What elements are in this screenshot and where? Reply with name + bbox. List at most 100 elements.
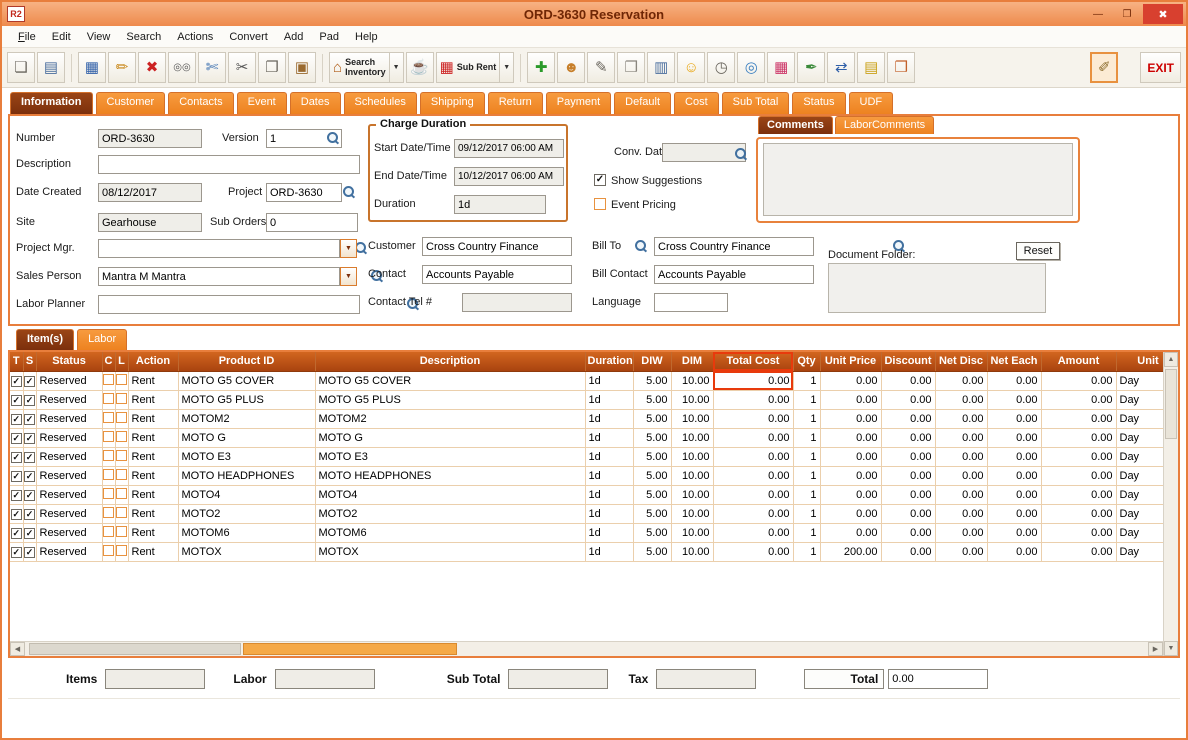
- cell-amount[interactable]: 0.00: [1041, 428, 1116, 447]
- project-mgr-dropdown[interactable]: ▼: [340, 239, 357, 258]
- copy-button[interactable]: ❐: [258, 52, 286, 83]
- wand-button[interactable]: ✐: [1090, 52, 1118, 83]
- cell-product_id[interactable]: MOTOM6: [178, 523, 315, 542]
- main-tab-sub-total[interactable]: Sub Total: [722, 92, 790, 114]
- cell-qty[interactable]: 1: [793, 428, 820, 447]
- crew-button[interactable]: ☻: [557, 52, 585, 83]
- cell-status[interactable]: Reserved: [36, 447, 102, 466]
- print-setup-button[interactable]: ▥: [647, 52, 675, 83]
- cell-discount[interactable]: 0.00: [881, 371, 935, 390]
- cell-net_disc[interactable]: 0.00: [935, 409, 987, 428]
- cell-s[interactable]: ✓: [23, 466, 36, 485]
- cell-unit_price[interactable]: 0.00: [820, 466, 881, 485]
- cell-amount[interactable]: 0.00: [1041, 447, 1116, 466]
- cell-total_cost[interactable]: 0.00: [713, 504, 793, 523]
- cell-l[interactable]: [115, 523, 128, 542]
- paste-button[interactable]: ▣: [288, 52, 316, 83]
- cell-qty[interactable]: 1: [793, 409, 820, 428]
- cell-action[interactable]: Rent: [128, 428, 178, 447]
- t-checkbox[interactable]: ✓: [11, 452, 22, 463]
- start-date-field[interactable]: [454, 139, 564, 158]
- column-header-t[interactable]: T: [10, 352, 23, 371]
- project-field[interactable]: [266, 183, 342, 202]
- cell-discount[interactable]: 0.00: [881, 504, 935, 523]
- cell-total_cost[interactable]: 0.00: [713, 371, 793, 390]
- c-checkbox[interactable]: [103, 431, 114, 442]
- main-tab-payment[interactable]: Payment: [546, 92, 611, 114]
- cell-description[interactable]: MOTO G5 PLUS: [315, 390, 585, 409]
- cell-net_each[interactable]: 0.00: [987, 390, 1041, 409]
- c-checkbox[interactable]: [103, 374, 114, 385]
- cell-amount[interactable]: 0.00: [1041, 523, 1116, 542]
- cell-description[interactable]: MOTOM2: [315, 409, 585, 428]
- l-checkbox[interactable]: [116, 393, 127, 404]
- cell-dim[interactable]: 10.00: [671, 409, 713, 428]
- cell-unit[interactable]: Day: [1116, 504, 1163, 523]
- cell-amount[interactable]: 0.00: [1041, 466, 1116, 485]
- cell-c[interactable]: [102, 428, 115, 447]
- contact-field[interactable]: [422, 265, 572, 284]
- cell-net_each[interactable]: 0.00: [987, 447, 1041, 466]
- cell-description[interactable]: MOTOX: [315, 542, 585, 561]
- batch-button[interactable]: ❒: [617, 52, 645, 83]
- column-header-duration[interactable]: Duration: [585, 352, 633, 371]
- sub-rent-button-dropdown[interactable]: ▼: [500, 52, 514, 83]
- scroll-up-button[interactable]: ▲: [1164, 352, 1178, 367]
- cell-c[interactable]: [102, 485, 115, 504]
- main-tab-contacts[interactable]: Contacts: [168, 92, 233, 114]
- cell-s[interactable]: ✓: [23, 447, 36, 466]
- cell-net_each[interactable]: 0.00: [987, 523, 1041, 542]
- duration-field[interactable]: [454, 195, 546, 214]
- cell-unit_price[interactable]: 0.00: [820, 504, 881, 523]
- cell-action[interactable]: Rent: [128, 485, 178, 504]
- cell-total_cost[interactable]: 0.00: [713, 409, 793, 428]
- column-header-total_cost[interactable]: Total Cost: [713, 352, 793, 371]
- cell-discount[interactable]: 0.00: [881, 428, 935, 447]
- cut-button[interactable]: ✂: [228, 52, 256, 83]
- cell-qty[interactable]: 1: [793, 466, 820, 485]
- cell-s[interactable]: ✓: [23, 428, 36, 447]
- t-checkbox[interactable]: ✓: [11, 433, 22, 444]
- feedback-button[interactable]: ☺: [677, 52, 705, 83]
- cell-net_each[interactable]: 0.00: [987, 542, 1041, 561]
- s-checkbox[interactable]: ✓: [24, 376, 35, 387]
- cell-unit[interactable]: Day: [1116, 409, 1163, 428]
- s-checkbox[interactable]: ✓: [24, 395, 35, 406]
- cell-duration[interactable]: 1d: [585, 485, 633, 504]
- t-checkbox[interactable]: ✓: [11, 395, 22, 406]
- items-total-field[interactable]: [105, 669, 205, 689]
- cell-dim[interactable]: 10.00: [671, 371, 713, 390]
- cell-t[interactable]: ✓: [10, 371, 23, 390]
- cell-t[interactable]: ✓: [10, 523, 23, 542]
- print-button[interactable]: ▤: [37, 52, 65, 83]
- end-date-field[interactable]: [454, 167, 564, 186]
- horizontal-scroll-thumb[interactable]: [243, 643, 457, 655]
- cell-s[interactable]: ✓: [23, 523, 36, 542]
- cell-status[interactable]: Reserved: [36, 466, 102, 485]
- column-header-description[interactable]: Description: [315, 352, 585, 371]
- cell-l[interactable]: [115, 466, 128, 485]
- cell-description[interactable]: MOTO E3: [315, 447, 585, 466]
- cell-qty[interactable]: 1: [793, 523, 820, 542]
- cell-t[interactable]: ✓: [10, 447, 23, 466]
- s-checkbox[interactable]: ✓: [24, 452, 35, 463]
- l-checkbox[interactable]: [116, 526, 127, 537]
- cell-net_disc[interactable]: 0.00: [935, 447, 987, 466]
- cell-status[interactable]: Reserved: [36, 542, 102, 561]
- s-checkbox[interactable]: ✓: [24, 509, 35, 520]
- cell-dim[interactable]: 10.00: [671, 390, 713, 409]
- grid-row-3[interactable]: ✓✓ReservedRentMOTOM2MOTOM21d5.0010.000.0…: [10, 409, 1163, 428]
- cell-total_cost[interactable]: 0.00: [713, 542, 793, 561]
- cell-net_disc[interactable]: 0.00: [935, 523, 987, 542]
- cell-discount[interactable]: 0.00: [881, 390, 935, 409]
- s-checkbox[interactable]: ✓: [24, 414, 35, 425]
- column-header-net_each[interactable]: Net Each: [987, 352, 1041, 371]
- cell-net_disc[interactable]: 0.00: [935, 542, 987, 561]
- site-field[interactable]: [98, 213, 202, 232]
- labor-total-field[interactable]: [275, 669, 375, 689]
- cell-total_cost[interactable]: 0.00: [713, 466, 793, 485]
- cell-status[interactable]: Reserved: [36, 390, 102, 409]
- c-checkbox[interactable]: [103, 545, 114, 556]
- column-header-unit[interactable]: Unit: [1116, 352, 1163, 371]
- add-item-button[interactable]: ✚: [527, 52, 555, 83]
